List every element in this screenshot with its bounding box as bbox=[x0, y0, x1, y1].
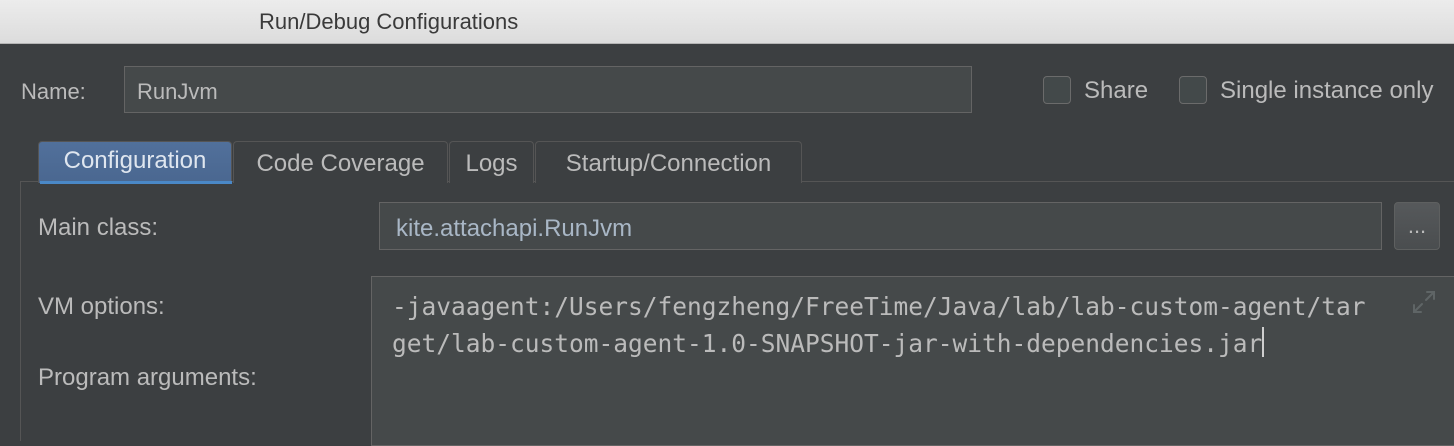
expand-arrows-icon[interactable] bbox=[1411, 289, 1437, 315]
main-class-label: Main class: bbox=[38, 214, 159, 241]
window-title: Run/Debug Configurations bbox=[259, 9, 519, 34]
browse-main-class-button[interactable]: ... bbox=[1394, 202, 1440, 250]
text-caret bbox=[1262, 327, 1265, 357]
selected-tab-indicator bbox=[40, 181, 232, 184]
title-bar: Run/Debug Configurations bbox=[0, 0, 1454, 44]
share-label[interactable]: Share bbox=[1084, 77, 1148, 105]
tab-logs[interactable]: Logs bbox=[449, 141, 534, 183]
single-instance-checkbox[interactable] bbox=[1179, 76, 1207, 104]
vm-options-label: VM options: bbox=[38, 293, 165, 320]
program-arguments-label: Program arguments: bbox=[38, 364, 257, 391]
tab-startup-connection[interactable]: Startup/Connection bbox=[535, 141, 802, 183]
share-checkbox[interactable] bbox=[1043, 76, 1071, 104]
vm-options-text[interactable]: -javaagent:/Users/fengzheng/FreeTime/Jav… bbox=[392, 288, 1372, 362]
tab-code-coverage[interactable]: Code Coverage bbox=[233, 141, 448, 183]
name-input[interactable]: RunJvm bbox=[124, 66, 972, 113]
single-instance-label[interactable]: Single instance only bbox=[1220, 77, 1433, 105]
tab-configuration[interactable]: Configuration bbox=[38, 141, 232, 183]
main-class-input[interactable]: kite.attachapi.RunJvm bbox=[379, 202, 1382, 250]
name-label: Name: bbox=[21, 79, 86, 104]
vm-options-value: -javaagent:/Users/fengzheng/FreeTime/Jav… bbox=[392, 292, 1366, 358]
